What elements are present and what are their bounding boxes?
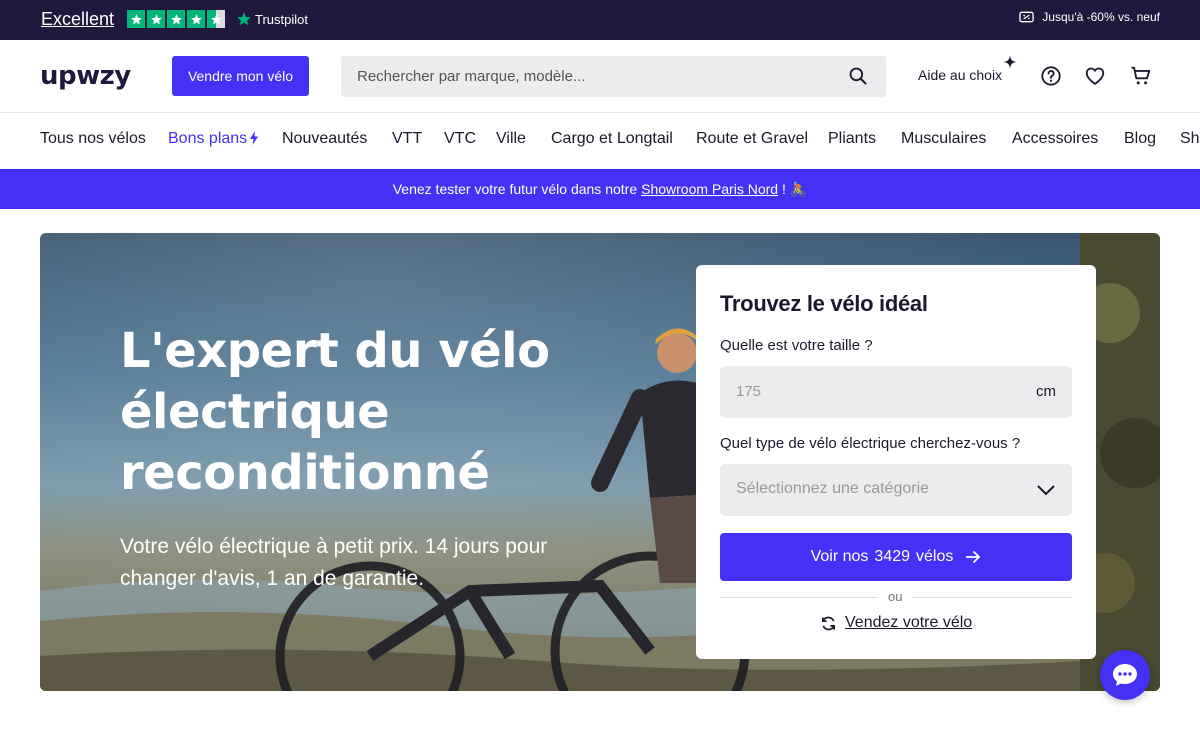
star-icon xyxy=(127,10,145,28)
trustpilot-rating-link[interactable]: Excellent xyxy=(41,9,114,30)
cart-icon[interactable] xyxy=(1130,65,1152,87)
nav-item-all-bikes[interactable]: Tous nos vélos xyxy=(40,130,146,148)
nav-item-folding[interactable]: Pliants xyxy=(828,130,876,148)
banner-text-end: ! 🚴 xyxy=(782,180,808,197)
help-icon[interactable] xyxy=(1040,65,1062,87)
nav-item-city[interactable]: Ville xyxy=(496,130,526,148)
nav-item-deals[interactable]: Bons plans xyxy=(168,130,259,148)
main-nav: Tous nos vélos Bons plans Nouveautés VTT… xyxy=(0,113,1200,169)
finder-title: Trouvez le vélo idéal xyxy=(720,291,928,316)
cta-count: 3429 xyxy=(874,548,911,565)
category-placeholder: Sélectionnez une catégorie xyxy=(736,480,930,497)
cta-suffix: vélos xyxy=(916,548,954,565)
cta-prefix: Voir nos xyxy=(810,548,869,565)
nav-item-new[interactable]: Nouveautés xyxy=(282,130,367,148)
divider-or: ou xyxy=(878,589,913,604)
chat-icon xyxy=(1113,664,1137,686)
nav-item-road-gravel[interactable]: Route et Gravel xyxy=(696,130,808,148)
logo[interactable]: upwzy xyxy=(40,61,131,91)
trustpilot-star-icon xyxy=(237,12,251,26)
search-icon[interactable] xyxy=(848,66,868,86)
trustpilot-label: Trustpilot xyxy=(255,11,308,27)
promo-text: Jusqu'à -60% vs. neuf xyxy=(1042,10,1160,24)
nav-item-accessories[interactable]: Accessoires xyxy=(1012,130,1098,148)
bolt-icon xyxy=(250,131,259,145)
nav-item-cargo[interactable]: Cargo et Longtail xyxy=(551,130,673,148)
nav-item-deals-label: Bons plans xyxy=(168,130,248,147)
tag-icon xyxy=(1019,11,1035,23)
size-label: Quelle est votre taille ? xyxy=(720,337,873,354)
see-bikes-button[interactable]: Voir nos 3429 vélos xyxy=(720,533,1072,581)
category-select[interactable]: Sélectionnez une catégorie xyxy=(720,464,1072,516)
search-input[interactable]: Rechercher par marque, modèle... xyxy=(341,56,886,97)
top-bar: Excellent Trustpilot Jusqu'à -60% vs. ne… xyxy=(0,0,1200,40)
star-half-icon xyxy=(207,10,225,28)
search-placeholder: Rechercher par marque, modèle... xyxy=(357,68,586,85)
type-label: Quel type de vélo électrique cherchez-vo… xyxy=(720,435,1021,452)
nav-item-vtt[interactable]: VTT xyxy=(392,130,422,148)
hero-title: L'expert du vélo électrique reconditionn… xyxy=(120,323,550,501)
size-input[interactable]: 175 cm xyxy=(720,366,1072,418)
nav-item-blog[interactable]: Blog xyxy=(1124,130,1156,148)
chat-button[interactable] xyxy=(1100,650,1150,700)
showroom-banner: Venez tester votre futur vélo dans notre… xyxy=(0,169,1200,209)
sell-bike-button[interactable]: Vendre mon vélo xyxy=(172,56,309,96)
header: upwzy Vendre mon vélo Rechercher par mar… xyxy=(0,40,1200,113)
showroom-link[interactable]: Showroom Paris Nord xyxy=(641,181,778,197)
star-icon xyxy=(167,10,185,28)
trustpilot-logo[interactable]: Trustpilot xyxy=(236,11,308,27)
star-icon xyxy=(187,10,205,28)
nav-item-muscular[interactable]: Musculaires xyxy=(901,130,986,148)
chevron-down-icon xyxy=(1037,485,1055,496)
sparkle-icon xyxy=(1003,55,1017,69)
refresh-icon xyxy=(821,616,836,630)
star-icon xyxy=(147,10,165,28)
trustpilot-stars xyxy=(127,10,225,28)
help-choose-link[interactable]: Aide au choix xyxy=(918,67,1002,83)
promo-discount: Jusqu'à -60% vs. neuf xyxy=(1019,10,1160,24)
bike-finder-card: Trouvez le vélo idéal Quelle est votre t… xyxy=(696,265,1096,659)
banner-text: Venez tester votre futur vélo dans notre xyxy=(392,181,638,197)
size-placeholder: 175 xyxy=(736,383,762,400)
sell-link-label: Vendez votre vélo xyxy=(845,614,973,631)
nav-item-shop[interactable]: Sh xyxy=(1180,130,1200,148)
nav-item-vtc[interactable]: VTC xyxy=(444,130,476,148)
heart-icon[interactable] xyxy=(1084,65,1106,87)
sell-bike-link[interactable]: Vendez votre vélo xyxy=(820,614,972,632)
arrow-right-icon xyxy=(966,550,981,564)
hero-subtitle: Votre vélo électrique à petit prix. 14 j… xyxy=(120,535,548,590)
size-unit: cm xyxy=(1036,383,1056,400)
